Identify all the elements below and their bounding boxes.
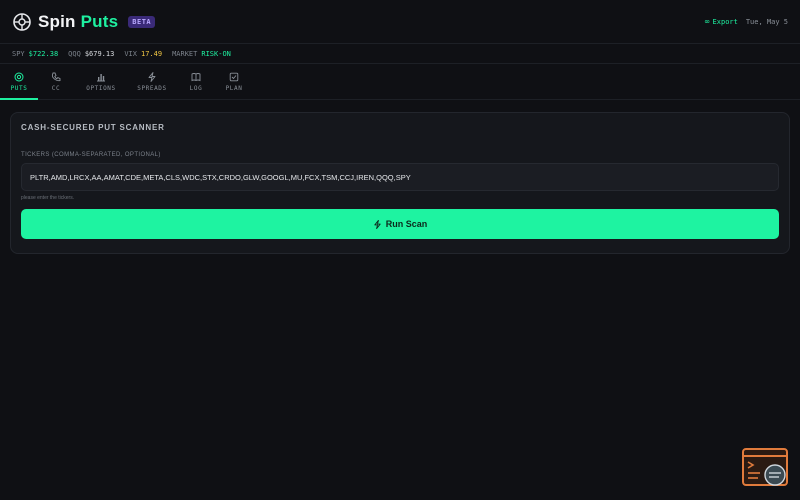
- spin-logo-icon: [12, 12, 32, 32]
- ticker-value: $722.38: [28, 49, 59, 58]
- tab-puts[interactable]: PUTS: [0, 64, 38, 100]
- tab-label: PLAN: [225, 84, 243, 92]
- tickers-label: TICKERS (COMMA-SEPARATED, OPTIONAL): [21, 152, 161, 158]
- tab-log[interactable]: LOG: [176, 64, 216, 99]
- market-status: RISK-ON: [201, 49, 231, 58]
- book-icon: [191, 72, 201, 81]
- export-label: Export: [712, 17, 738, 26]
- ticker-value: 17.49: [141, 49, 163, 58]
- ticker-qqq: QQQ $679.13: [68, 50, 114, 58]
- run-scan-label: Run Scan: [385, 219, 428, 229]
- export-button[interactable]: ∞ Export: [705, 17, 738, 26]
- tickers-hint: please enter the tickers.: [21, 195, 75, 201]
- brand[interactable]: Spin Puts BETA: [12, 12, 156, 32]
- target-icon: [14, 72, 24, 81]
- ticker-spy: SPY $722.38: [12, 50, 58, 58]
- tab-spreads[interactable]: SPREADS: [128, 64, 176, 99]
- header-right: ∞ Export Tue, May 5: [705, 17, 788, 26]
- ticker-symbol: VIX: [124, 49, 137, 58]
- tab-label: LOG: [189, 84, 203, 92]
- tickers-input[interactable]: [21, 163, 779, 191]
- tab-label: CC: [51, 84, 61, 92]
- current-date: Tue, May 5: [745, 17, 788, 26]
- bar-chart-icon: [97, 73, 105, 81]
- tab-label: SPREADS: [137, 84, 167, 92]
- link-icon: ∞: [704, 17, 710, 26]
- lightning-icon: [148, 71, 156, 82]
- tab-plan[interactable]: PLAN: [216, 64, 252, 99]
- tab-label: PUTS: [10, 84, 28, 92]
- market-ticker-strip: SPY $722.38 QQQ $679.13 VIX 17.49 MARKET…: [0, 44, 800, 64]
- tab-options[interactable]: OPTIONS: [74, 64, 128, 99]
- put-scanner-card: CASH-SECURED PUT SCANNER TICKERS (COMMA-…: [10, 112, 790, 254]
- ticker-vix: VIX 17.49: [124, 50, 162, 58]
- ticker-symbol: MARKET: [172, 49, 198, 58]
- brand-name: Spin Puts: [38, 12, 118, 32]
- floating-assistant-widget[interactable]: [742, 448, 790, 488]
- brand-spin-text: Spin: [38, 11, 76, 31]
- app-header: Spin Puts BETA ∞ Export Tue, May 5: [0, 0, 800, 44]
- lightning-icon: [374, 219, 381, 229]
- beta-badge: BETA: [128, 15, 156, 28]
- tab-label: OPTIONS: [86, 84, 116, 92]
- ticker-market: MARKET RISK-ON: [172, 50, 231, 58]
- phone-icon: [51, 72, 61, 81]
- ticker-symbol: QQQ: [68, 49, 81, 58]
- run-scan-button[interactable]: Run Scan: [21, 209, 779, 239]
- scanner-title: CASH-SECURED PUT SCANNER: [21, 123, 165, 132]
- main-content: CASH-SECURED PUT SCANNER TICKERS (COMMA-…: [0, 100, 800, 266]
- terminal-search-icon: [742, 448, 788, 486]
- nav-tabs: PUTS CC OPTIONS SPREADS LOG PLAN: [0, 64, 800, 100]
- checkbox-icon: [229, 72, 239, 81]
- brand-puts-text: Puts: [80, 11, 119, 31]
- ticker-symbol: SPY: [12, 49, 25, 58]
- ticker-value: $679.13: [84, 49, 115, 58]
- tab-cc[interactable]: CC: [38, 64, 74, 99]
